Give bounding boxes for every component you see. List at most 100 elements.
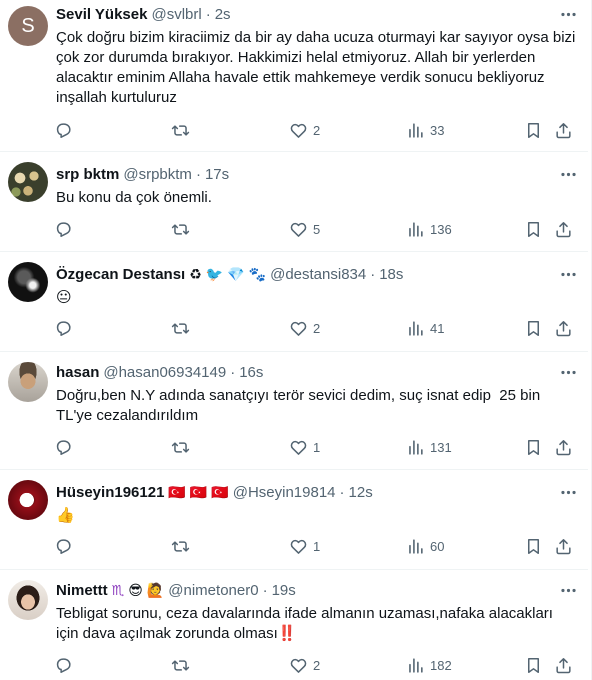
- retweet-button[interactable]: [171, 434, 195, 460]
- more-icon[interactable]: [558, 482, 578, 502]
- timestamp[interactable]: 19s: [272, 582, 296, 599]
- tweet[interactable]: Nimettt ♏ 😎 🙋 @nimetoner0 · 19s Tebligat…: [0, 570, 588, 680]
- user-handle[interactable]: @Hseyin19814: [233, 484, 336, 501]
- user-handle[interactable]: @srpbktm: [123, 166, 192, 183]
- avatar[interactable]: [8, 362, 48, 402]
- bookmark-button[interactable]: [524, 652, 543, 678]
- retweet-button[interactable]: [171, 533, 195, 559]
- retweet-button[interactable]: [171, 216, 195, 242]
- like-button[interactable]: 2: [289, 117, 320, 143]
- like-icon: [289, 438, 308, 457]
- timestamp[interactable]: 12s: [349, 484, 373, 501]
- like-count: 2: [313, 122, 321, 138]
- name-emoji: ♻: [189, 266, 202, 282]
- separator-dot: ·: [230, 363, 236, 381]
- like-icon: [289, 656, 308, 675]
- more-icon[interactable]: [558, 580, 578, 600]
- like-count: 1: [313, 538, 321, 554]
- view-count: 182: [430, 657, 452, 673]
- like-count: 2: [313, 657, 321, 673]
- views-button[interactable]: 60: [406, 533, 444, 559]
- share-button[interactable]: [554, 652, 573, 678]
- views-icon: [406, 537, 425, 556]
- reply-icon: [54, 438, 73, 457]
- name-emoji: ♏: [111, 582, 125, 598]
- retweet-button[interactable]: [171, 315, 195, 341]
- like-button[interactable]: 1: [289, 533, 320, 559]
- display-name[interactable]: hasan: [56, 364, 99, 381]
- reply-button[interactable]: [54, 652, 78, 678]
- bookmark-button[interactable]: [524, 216, 543, 242]
- tweet[interactable]: S Sevil Yüksek @svlbrl · 2s Çok doğru bi…: [0, 0, 588, 152]
- share-button[interactable]: [554, 434, 573, 460]
- share-icon: [554, 438, 573, 457]
- like-button[interactable]: 2: [289, 652, 320, 678]
- views-button[interactable]: 131: [406, 434, 452, 460]
- bookmark-button[interactable]: [524, 434, 543, 460]
- bookmark-icon: [524, 319, 543, 338]
- reply-button[interactable]: [54, 117, 78, 143]
- avatar[interactable]: [8, 480, 48, 520]
- more-icon[interactable]: [558, 362, 578, 382]
- bookmark-icon: [524, 220, 543, 239]
- share-icon: [554, 121, 573, 140]
- share-button[interactable]: [554, 315, 573, 341]
- like-button[interactable]: 1: [289, 434, 320, 460]
- share-button[interactable]: [554, 216, 573, 242]
- name-emoji: 🐦: [205, 266, 224, 282]
- views-button[interactable]: 136: [406, 216, 452, 242]
- avatar-letter: S: [21, 14, 35, 37]
- more-icon[interactable]: [558, 164, 578, 184]
- views-button[interactable]: 41: [406, 315, 444, 341]
- display-name[interactable]: Nimettt: [56, 582, 108, 599]
- view-count: 131: [430, 439, 452, 455]
- timestamp[interactable]: 16s: [239, 364, 263, 381]
- bookmark-button[interactable]: [524, 533, 543, 559]
- like-button[interactable]: 2: [289, 315, 320, 341]
- like-count: 5: [313, 221, 321, 237]
- reply-button[interactable]: [54, 216, 78, 242]
- tweet[interactable]: hasan @hasan06934149 · 16s Doğru,ben N.Y…: [0, 352, 588, 470]
- timestamp[interactable]: 2s: [215, 6, 231, 23]
- reply-button[interactable]: [54, 315, 78, 341]
- timestamp[interactable]: 18s: [379, 266, 403, 283]
- avatar[interactable]: S: [8, 6, 48, 46]
- tweet-header: Hüseyin196121 🇹🇷 🇹🇷 🇹🇷 @Hseyin19814 · 12…: [56, 482, 373, 502]
- more-icon[interactable]: [558, 4, 578, 24]
- tweet-header: Sevil Yüksek @svlbrl · 2s: [56, 4, 231, 24]
- user-handle[interactable]: @hasan06934149: [103, 364, 226, 381]
- more-icon[interactable]: [558, 264, 578, 284]
- avatar[interactable]: [8, 162, 48, 202]
- user-handle[interactable]: @svlbrl: [151, 6, 201, 23]
- reply-button[interactable]: [54, 434, 78, 460]
- views-button[interactable]: 182: [406, 652, 452, 678]
- bookmark-button[interactable]: [524, 117, 543, 143]
- user-handle[interactable]: @destansi834: [270, 266, 366, 283]
- display-name[interactable]: Sevil Yüksek: [56, 6, 147, 23]
- view-count: 136: [430, 221, 452, 237]
- display-name[interactable]: Hüseyin196121: [56, 484, 164, 501]
- bookmark-button[interactable]: [524, 315, 543, 341]
- tweet-header: Nimettt ♏ 😎 🙋 @nimetoner0 · 19s: [56, 580, 296, 600]
- tweet-header: hasan @hasan06934149 · 16s: [56, 362, 263, 382]
- views-button[interactable]: 33: [406, 117, 444, 143]
- separator-dot: ·: [370, 265, 376, 283]
- reply-button[interactable]: [54, 533, 78, 559]
- retweet-button[interactable]: [171, 117, 195, 143]
- display-name[interactable]: srp bktm: [56, 166, 119, 183]
- user-handle[interactable]: @nimetoner0: [168, 582, 258, 599]
- like-button[interactable]: 5: [289, 216, 320, 242]
- tweet[interactable]: srp bktm @srpbktm · 17s Bu konu da çok ö…: [0, 152, 588, 252]
- tweet[interactable]: Hüseyin196121 🇹🇷 🇹🇷 🇹🇷 @Hseyin19814 · 12…: [0, 470, 588, 570]
- display-name[interactable]: Özgecan Destansı: [56, 266, 185, 283]
- views-icon: [406, 319, 425, 338]
- share-button[interactable]: [554, 117, 573, 143]
- avatar[interactable]: [8, 262, 48, 302]
- retweet-button[interactable]: [171, 652, 195, 678]
- retweet-icon: [171, 438, 190, 457]
- tweet[interactable]: Özgecan Destansı ♻ 🐦 💎 🐾 @destansi834 · …: [0, 252, 588, 352]
- timestamp[interactable]: 17s: [205, 166, 229, 183]
- avatar[interactable]: [8, 580, 48, 620]
- share-button[interactable]: [554, 533, 573, 559]
- like-icon: [289, 319, 308, 338]
